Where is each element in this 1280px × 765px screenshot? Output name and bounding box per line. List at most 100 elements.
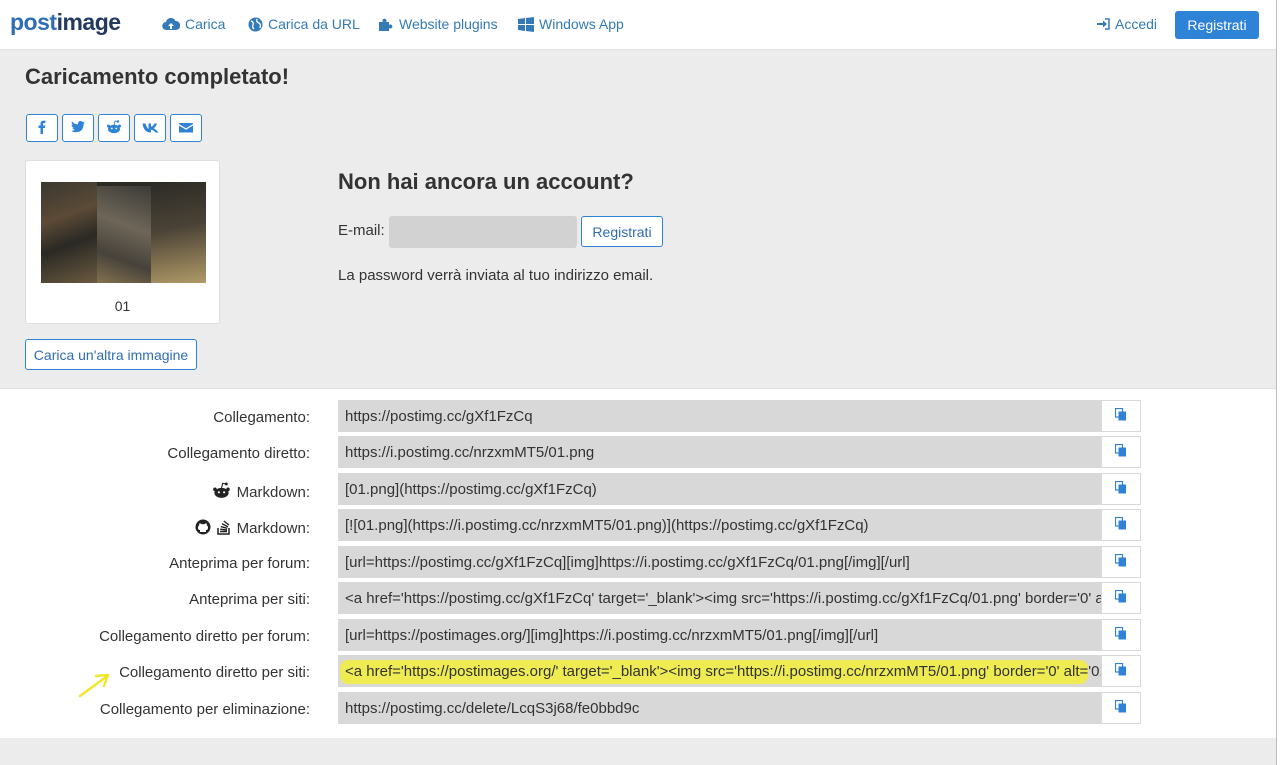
link-row: Markdown: [![01.png](https://i.postimg.c…: [0, 509, 1276, 543]
link-row: Collegamento per eliminazione: https://p…: [0, 692, 1276, 726]
copy-icon: [1114, 699, 1127, 716]
globe-icon: [248, 17, 263, 32]
link-value: [url=https://postimages.org/][img]https:…: [345, 627, 879, 644]
link-field[interactable]: <a href='https://postimages.org/' target…: [338, 655, 1101, 687]
link-label-text: Anteprima per forum:: [169, 555, 310, 572]
copy-icon: [1114, 443, 1127, 460]
nav-upload-label: Carica: [185, 16, 226, 32]
copy-icon: [1114, 589, 1127, 606]
link-label: Markdown:: [212, 482, 310, 503]
vk-icon: [142, 120, 159, 136]
image-thumbnail-card: 01: [25, 160, 220, 324]
copy-button[interactable]: [1101, 546, 1141, 578]
link-label: Markdown:: [195, 518, 310, 539]
register-button[interactable]: Registrati: [581, 216, 663, 247]
link-value: [url=https://postimg.cc/gXf1FzCq][img]ht…: [345, 554, 910, 571]
nav-upload-url-label: Carica da URL: [268, 16, 360, 32]
copy-button[interactable]: [1101, 473, 1141, 505]
share-email-button[interactable]: [170, 114, 202, 142]
share-reddit-button[interactable]: [98, 114, 130, 142]
copy-button[interactable]: [1101, 436, 1141, 468]
link-label-text: Anteprima per siti:: [189, 591, 310, 608]
link-value: <a href='https://postimages.org/' target…: [345, 663, 1101, 680]
copy-icon: [1114, 480, 1127, 497]
copy-button[interactable]: [1101, 692, 1141, 724]
link-field[interactable]: [![01.png](https://i.postimg.cc/nrzxmMT5…: [338, 509, 1101, 541]
link-field[interactable]: https://postimg.cc/delete/LcqS3j68/fe0bb…: [338, 692, 1101, 724]
windows-icon: [518, 16, 534, 32]
nav-windows-app[interactable]: Windows App: [518, 16, 624, 32]
logo-part1: post: [10, 9, 57, 35]
link-label: Anteprima per siti:: [189, 591, 310, 608]
password-note: La password verrà inviata al tuo indiriz…: [338, 267, 654, 284]
link-field[interactable]: https://postimg.cc/gXf1FzCq: [338, 400, 1101, 432]
link-row: Markdown: [01.png](https://postimg.cc/gX…: [0, 473, 1276, 507]
share-buttons: [26, 114, 202, 142]
link-field[interactable]: <a href='https://postimg.cc/gXf1FzCq' ta…: [338, 582, 1101, 614]
thumbnail-caption: 01: [114, 298, 131, 314]
link-label-text: Markdown:: [236, 484, 310, 501]
copy-button[interactable]: [1101, 509, 1141, 541]
copy-button[interactable]: [1101, 582, 1141, 614]
postimage-logo[interactable]: postimage: [10, 9, 121, 36]
link-label-text: Collegamento diretto per forum:: [99, 628, 310, 645]
register-button-top[interactable]: Registrati: [1175, 11, 1259, 39]
link-field[interactable]: [01.png](https://postimg.cc/gXf1FzCq): [338, 473, 1101, 505]
link-label: Collegamento diretto:: [167, 445, 310, 462]
link-value: https://i.postimg.cc/nrzxmMT5/01.png: [345, 444, 595, 461]
email-label: E-mail:: [338, 222, 385, 239]
link-row: Anteprima per forum: [url=https://postim…: [0, 546, 1276, 580]
copy-icon: [1114, 662, 1127, 679]
share-twitter-button[interactable]: [62, 114, 94, 142]
facebook-icon: [38, 120, 46, 137]
yellow-arrow-annotation: [78, 673, 110, 698]
link-label: Collegamento per eliminazione:: [100, 701, 310, 718]
link-row: Collegamento diretto per forum: [url=htt…: [0, 619, 1276, 653]
link-label-text: Markdown:: [236, 520, 310, 537]
puzzle-icon: [378, 17, 394, 32]
link-value: [![01.png](https://i.postimg.cc/nrzxmMT5…: [345, 517, 869, 534]
link-value: [01.png](https://postimg.cc/gXf1FzCq): [345, 481, 597, 498]
link-value: https://postimg.cc/gXf1FzCq: [345, 408, 533, 425]
copy-icon: [1114, 626, 1127, 643]
twitter-icon: [71, 120, 85, 136]
share-vk-button[interactable]: [134, 114, 166, 142]
link-value: https://postimg.cc/delete/LcqS3j68/fe0bb…: [345, 700, 640, 717]
link-row: Anteprima per siti: <a href='https://pos…: [0, 582, 1276, 616]
link-label: Collegamento:: [213, 409, 310, 426]
email-icon: [179, 120, 193, 136]
nav-upload-url[interactable]: Carica da URL: [248, 16, 360, 32]
upload-complete-title: Caricamento completato!: [25, 64, 290, 89]
uploaded-image-thumbnail[interactable]: [41, 182, 206, 283]
link-label: Anteprima per forum:: [169, 555, 310, 572]
link-label-text: Collegamento per eliminazione:: [99, 701, 310, 718]
link-label-text: Collegamento:: [213, 409, 310, 426]
links-section: Collegamento: https://postimg.cc/gXf1FzC…: [0, 388, 1276, 738]
email-field[interactable]: [389, 216, 577, 248]
copy-button[interactable]: [1101, 400, 1141, 432]
link-label-text: Collegamento diretto per siti:: [119, 664, 310, 681]
copy-button[interactable]: [1101, 655, 1141, 687]
nav-website-plugins[interactable]: Website plugins: [378, 16, 498, 32]
copy-button[interactable]: [1101, 619, 1141, 651]
logo-part2: image: [56, 9, 121, 35]
github-icon: [195, 519, 211, 539]
scrollbar[interactable]: [1276, 0, 1280, 765]
upload-another-button[interactable]: Carica un'altra immagine: [25, 339, 197, 370]
sign-in-icon: [1097, 18, 1110, 30]
link-value: <a href='https://postimg.cc/gXf1FzCq' ta…: [345, 590, 1101, 607]
link-field[interactable]: [url=https://postimg.cc/gXf1FzCq][img]ht…: [338, 546, 1101, 578]
copy-icon: [1114, 407, 1127, 424]
top-navbar: postimage Carica Carica da URL Website p…: [0, 0, 1278, 50]
nav-website-plugins-label: Website plugins: [399, 16, 498, 32]
nav-login[interactable]: Accedi: [1097, 16, 1157, 32]
link-field[interactable]: https://i.postimg.cc/nrzxmMT5/01.png: [338, 436, 1101, 468]
link-row-highlighted: Collegamento diretto per siti: <a href='…: [0, 655, 1276, 689]
share-facebook-button[interactable]: [26, 114, 58, 142]
nav-upload[interactable]: Carica: [162, 16, 225, 32]
signup-heading: Non hai ancora un account?: [338, 169, 634, 194]
link-field[interactable]: [url=https://postimages.org/][img]https:…: [338, 619, 1101, 651]
link-row: Collegamento diretto: https://i.postimg.…: [0, 436, 1276, 470]
reddit-icon: [212, 482, 231, 503]
stackoverflow-icon: [216, 518, 231, 539]
